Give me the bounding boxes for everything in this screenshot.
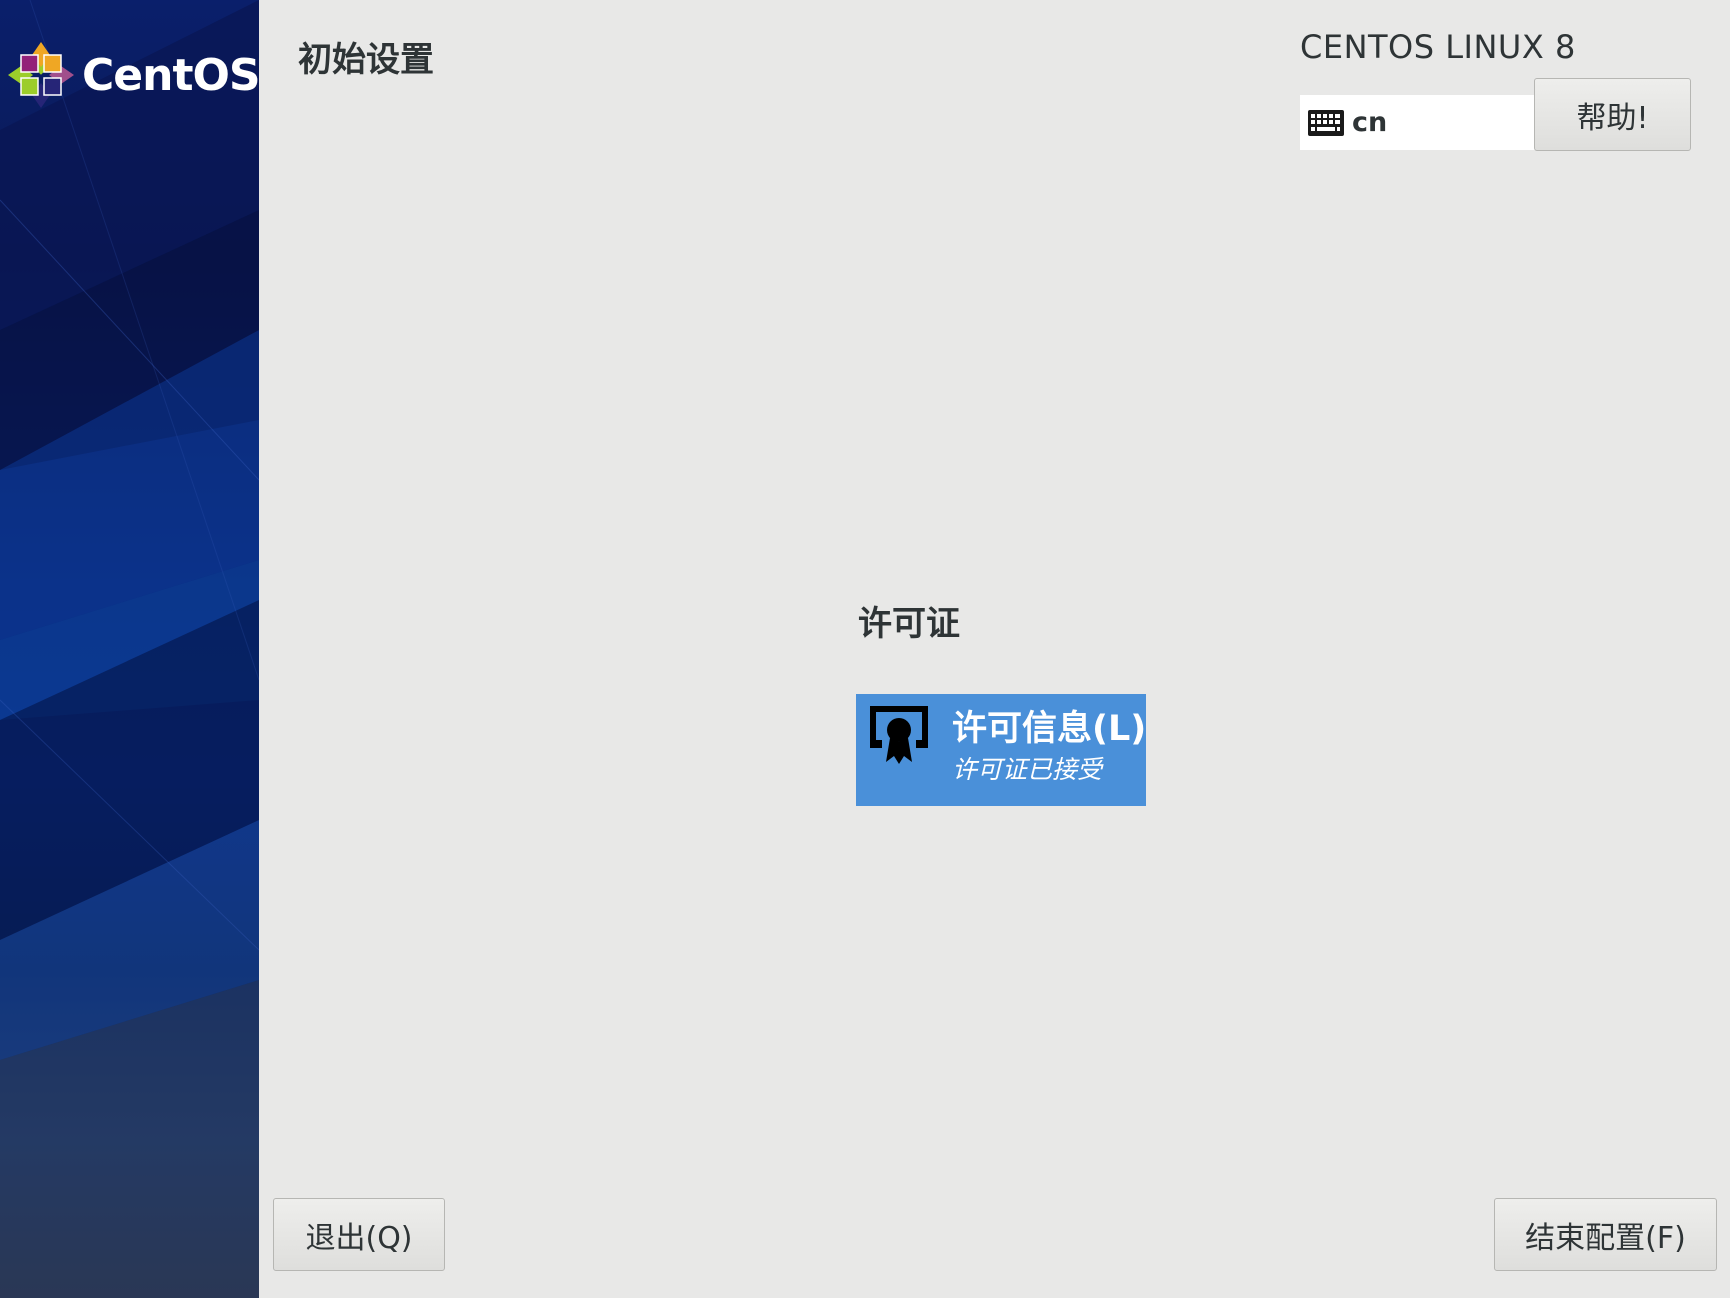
logo-text: CentOS: [82, 49, 259, 101]
keyboard-icon: [1308, 109, 1344, 136]
page-title: 初始设置: [298, 40, 434, 80]
section-title-license: 许可证: [858, 604, 960, 644]
license-icon: [870, 706, 928, 764]
quit-button[interactable]: 退出(Q): [273, 1198, 445, 1271]
initial-setup-window: CentOS 初始设置 CENTOS LINUX 8 cn 帮助! 许可证 许可…: [0, 0, 1730, 1298]
product-name: CENTOS LINUX 8: [1300, 28, 1576, 66]
license-information-spoke[interactable]: 许可信息(L) 许可证已接受: [856, 694, 1146, 806]
centos-emblem-icon: [8, 42, 74, 108]
keyboard-layout-indicator[interactable]: cn: [1300, 95, 1536, 150]
centos-logo: CentOS: [6, 40, 259, 110]
sidebar-background: [0, 0, 259, 1298]
spoke-title: 许可信息(L): [952, 709, 1147, 749]
help-button[interactable]: 帮助!: [1534, 78, 1691, 151]
keyboard-layout-label: cn: [1352, 107, 1388, 138]
finish-configuration-button[interactable]: 结束配置(F): [1494, 1198, 1717, 1271]
spoke-status: 许可证已接受: [952, 755, 1103, 784]
sidebar: CentOS: [0, 0, 259, 1298]
